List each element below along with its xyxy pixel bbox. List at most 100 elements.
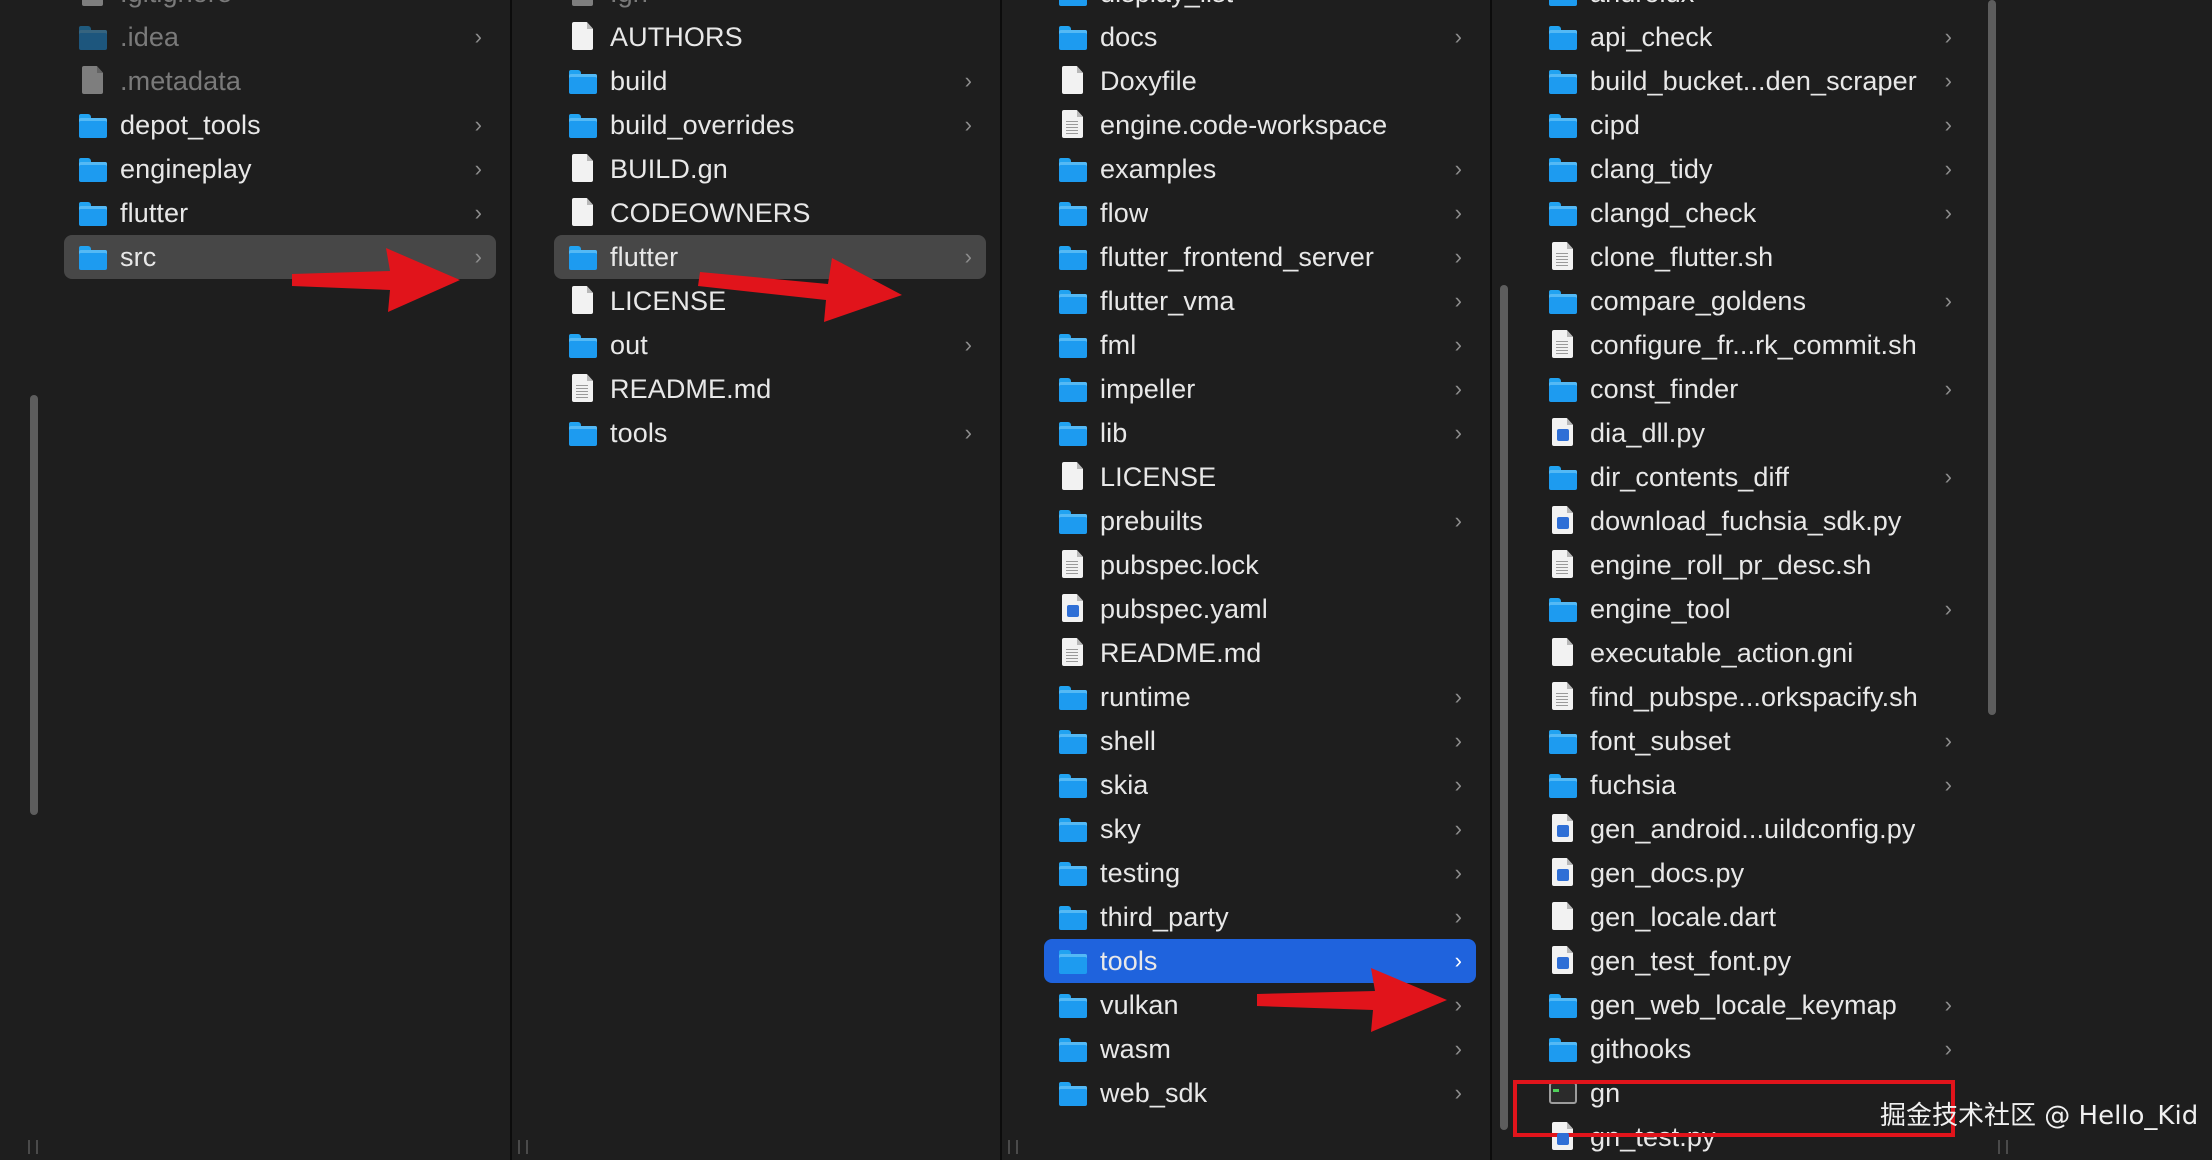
folder-item[interactable]: engine_tool ›	[1534, 587, 1966, 631]
file-item[interactable]: gen_docs.py	[1534, 851, 1966, 895]
file-item[interactable]: find_pubspe...orkspacify.sh	[1534, 675, 1966, 719]
file-item[interactable]: clone_flutter.sh	[1534, 235, 1966, 279]
document-icon	[1058, 464, 1088, 490]
item-name: androidx	[1590, 0, 1694, 15]
folder-item[interactable]: prebuilts ›	[1044, 499, 1476, 543]
chevron-right-icon: ›	[1454, 992, 1462, 1017]
file-item[interactable]: LICENSE	[1044, 455, 1476, 499]
file-item[interactable]: .gitignore	[64, 0, 496, 15]
folder-item[interactable]: docs ›	[1044, 15, 1476, 59]
folder-item[interactable]: .idea ›	[64, 15, 496, 59]
folder-item[interactable]: third_party ›	[1044, 895, 1476, 939]
folder-item[interactable]: web_sdk ›	[1044, 1071, 1476, 1115]
item-name: gen_docs.py	[1590, 858, 1745, 888]
document-icon	[1548, 640, 1578, 666]
column-resize-handle[interactable]	[1008, 1140, 1018, 1154]
folder-item[interactable]: flutter_frontend_server ›	[1044, 235, 1476, 279]
folder-item[interactable]: depot_tools ›	[64, 103, 496, 147]
column-root[interactable]: .gitignore.idea›.metadatadepot_tools›eng…	[50, 0, 510, 1160]
column-resize-handle[interactable]	[1998, 1140, 2008, 1154]
file-item[interactable]: pubspec.lock	[1044, 543, 1476, 587]
document-icon	[568, 0, 598, 6]
folder-item[interactable]: gen_web_locale_keymap ›	[1534, 983, 1966, 1027]
scrollbar-column-flutter[interactable]	[1500, 285, 1508, 1130]
scrollbar-column-root[interactable]	[30, 395, 38, 815]
item-name: docs	[1100, 22, 1158, 52]
folder-item[interactable]: flow ›	[1044, 191, 1476, 235]
file-item[interactable]: gen_locale.dart	[1534, 895, 1966, 939]
folder-item[interactable]: display_list ›	[1044, 0, 1476, 15]
folder-item[interactable]: impeller ›	[1044, 367, 1476, 411]
folder-icon	[1548, 0, 1578, 6]
file-item[interactable]: BUILD.gn	[554, 147, 986, 191]
folder-item[interactable]: androidx ›	[1534, 0, 1966, 15]
file-item[interactable]: README.md	[554, 367, 986, 411]
folder-item[interactable]: flutter_vma ›	[1044, 279, 1476, 323]
file-item[interactable]: download_fuchsia_sdk.py	[1534, 499, 1966, 543]
item-name: fuchsia	[1590, 770, 1677, 800]
file-item[interactable]: engine.code-workspace	[1044, 103, 1476, 147]
folder-item[interactable]: clang_tidy ›	[1534, 147, 1966, 191]
column-divider[interactable]	[510, 0, 512, 1160]
column-resize-handle[interactable]	[28, 1140, 38, 1154]
file-item[interactable]: engine_roll_pr_desc.sh	[1534, 543, 1966, 587]
folder-item[interactable]: cipd ›	[1534, 103, 1966, 147]
file-item[interactable]: configure_fr...rk_commit.sh	[1534, 323, 1966, 367]
document-icon	[568, 288, 598, 314]
folder-icon	[1058, 860, 1088, 886]
file-item[interactable]: Doxyfile	[1044, 59, 1476, 103]
folder-item[interactable]: dir_contents_diff ›	[1534, 455, 1966, 499]
chevron-right-icon: ›	[1944, 68, 1952, 93]
file-item[interactable]: .metadata	[64, 59, 496, 103]
folder-item[interactable]: build ›	[554, 59, 986, 103]
folder-icon	[568, 420, 598, 446]
file-item[interactable]: CODEOWNERS	[554, 191, 986, 235]
file-item[interactable]: executable_action.gni	[1534, 631, 1966, 675]
folder-item[interactable]: runtime ›	[1044, 675, 1476, 719]
folder-icon	[1548, 156, 1578, 182]
chevron-right-icon: ›	[1454, 156, 1462, 181]
chevron-right-icon: ›	[1944, 200, 1952, 225]
file-item[interactable]: dia_dll.py	[1534, 411, 1966, 455]
column-tools[interactable]: androidx›api_check›build_bucket...den_sc…	[1520, 0, 1980, 1160]
folder-item[interactable]: tools ›	[554, 411, 986, 455]
file-item[interactable]: README.md	[1044, 631, 1476, 675]
folder-icon	[568, 244, 598, 270]
text-document-icon	[1548, 332, 1578, 358]
column-resize-handle[interactable]	[518, 1140, 528, 1154]
file-item[interactable]: gen_android...uildconfig.py	[1534, 807, 1966, 851]
chevron-right-icon: ›	[1944, 288, 1952, 313]
folder-item[interactable]: api_check ›	[1534, 15, 1966, 59]
column-divider[interactable]	[1000, 0, 1002, 1160]
chevron-right-icon: ›	[474, 200, 482, 225]
folder-item[interactable]: build_overrides ›	[554, 103, 986, 147]
folder-item[interactable]: lib ›	[1044, 411, 1476, 455]
chevron-right-icon: ›	[1945, 0, 1952, 15]
folder-item[interactable]: sky ›	[1044, 807, 1476, 851]
file-item[interactable]: gen_test_font.py	[1534, 939, 1966, 983]
folder-item[interactable]: const_finder ›	[1534, 367, 1966, 411]
item-name: BUILD.gn	[610, 154, 728, 184]
scrollbar-column-tools[interactable]	[1988, 0, 1996, 715]
folder-item[interactable]: githooks ›	[1534, 1027, 1966, 1071]
folder-item[interactable]: testing ›	[1044, 851, 1476, 895]
item-name: skia	[1100, 770, 1149, 800]
folder-item[interactable]: build_bucket...den_scraper ›	[1534, 59, 1966, 103]
column-divider[interactable]	[1490, 0, 1492, 1160]
folder-icon	[1058, 376, 1088, 402]
folder-item[interactable]: engineplay ›	[64, 147, 496, 191]
folder-item[interactable]: examples ›	[1044, 147, 1476, 191]
folder-item[interactable]: fml ›	[1044, 323, 1476, 367]
folder-item[interactable]: compare_goldens ›	[1534, 279, 1966, 323]
folder-item[interactable]: skia ›	[1044, 763, 1476, 807]
item-name: third_party	[1100, 902, 1229, 932]
folder-item[interactable]: clangd_check ›	[1534, 191, 1966, 235]
file-item[interactable]: AUTHORS	[554, 15, 986, 59]
folder-item[interactable]: fuchsia ›	[1534, 763, 1966, 807]
folder-item[interactable]: shell ›	[1044, 719, 1476, 763]
column-src[interactable]: .gn AUTHORS build › build_overrides › BUILD.gn…	[540, 0, 1000, 1160]
folder-item[interactable]: flutter ›	[64, 191, 496, 235]
file-item[interactable]: .gn	[554, 0, 986, 15]
folder-item[interactable]: font_subset ›	[1534, 719, 1966, 763]
file-item[interactable]: pubspec.yaml	[1044, 587, 1476, 631]
